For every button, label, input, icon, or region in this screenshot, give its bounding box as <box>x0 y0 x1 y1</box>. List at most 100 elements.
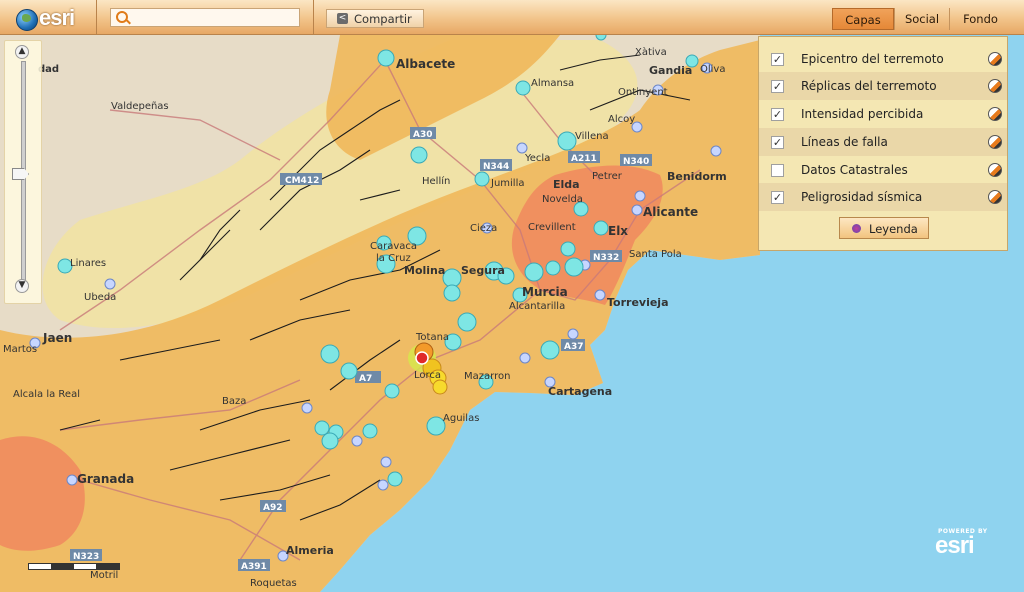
zoom-handle[interactable] <box>12 168 29 180</box>
place-label: Torrevieja <box>607 296 669 309</box>
seismic-event[interactable] <box>519 352 531 364</box>
powered-by-esri-logo[interactable]: POWERED BY esri <box>935 528 999 560</box>
aftershock-marker[interactable] <box>384 383 400 399</box>
place-label: Jumilla <box>490 178 525 189</box>
seismic-event[interactable] <box>631 204 643 216</box>
aftershock-marker[interactable] <box>545 260 561 276</box>
place-label: Almansa <box>531 78 574 89</box>
place-label: Lorca <box>414 370 441 381</box>
place-label: la Cruz <box>376 253 411 264</box>
share-icon: < <box>337 13 348 24</box>
tab-fondo[interactable]: Fondo <box>949 8 1011 30</box>
legend-icon <box>852 224 861 233</box>
aftershock-marker[interactable] <box>540 340 560 360</box>
seismic-event[interactable] <box>567 328 579 340</box>
aftershock-marker[interactable] <box>564 257 584 277</box>
intensity-marker[interactable] <box>432 379 448 395</box>
layer-row[interactable]: ✓ Líneas de falla <box>759 128 1007 156</box>
aftershock-marker[interactable] <box>560 241 576 257</box>
place-label: Cieza <box>470 223 497 234</box>
search-box[interactable] <box>110 8 301 28</box>
place-label: Martos <box>3 344 37 355</box>
place-label: Alcantarilla <box>509 301 565 312</box>
aftershock-marker[interactable] <box>362 423 378 439</box>
road-shield-label: A391 <box>241 562 267 572</box>
layer-label: Datos Catastrales <box>801 163 908 177</box>
layer-options-icon[interactable] <box>988 135 1002 149</box>
search-icon <box>116 11 128 23</box>
aftershock-marker[interactable] <box>474 171 490 187</box>
seismic-event[interactable] <box>301 402 313 414</box>
layer-checkbox[interactable]: ✓ <box>771 191 784 204</box>
place-label: Elda <box>553 178 580 191</box>
esri-logo[interactable]: esri <box>8 4 94 31</box>
seismic-event[interactable] <box>66 474 78 486</box>
layer-checkbox[interactable]: ✓ <box>771 136 784 149</box>
zoom-slider[interactable]: ▲ ▼ <box>4 40 42 304</box>
place-label: Alcoy <box>608 114 635 125</box>
place-label: Oliva <box>700 64 725 75</box>
layer-checkbox[interactable]: ✓ <box>771 53 784 66</box>
layer-label: Intensidad percibida <box>801 107 924 121</box>
place-label: Caravaca <box>370 241 417 252</box>
layer-options-icon[interactable] <box>988 190 1002 204</box>
seismic-event[interactable] <box>594 289 606 301</box>
layer-checkbox[interactable]: ✓ <box>771 80 784 93</box>
aftershock-marker[interactable] <box>314 420 330 436</box>
layer-label: Epicentro del terremoto <box>801 52 944 66</box>
aftershock-marker[interactable] <box>320 344 340 364</box>
layer-row[interactable]: ✓ Epicentro del terremoto <box>759 45 1007 73</box>
road-shield-label: N340 <box>623 157 649 167</box>
layer-row[interactable]: ✓ Intensidad percibida <box>759 100 1007 128</box>
legend-button[interactable]: Leyenda <box>839 217 929 239</box>
aftershock-marker[interactable] <box>410 146 428 164</box>
epicenter-marker[interactable] <box>415 351 429 365</box>
aftershock-marker[interactable] <box>387 471 403 487</box>
share-button[interactable]: < Compartir <box>326 9 424 28</box>
layer-row[interactable]: Datos Catastrales <box>759 156 1007 184</box>
legend-label: Leyenda <box>869 222 918 236</box>
aftershock-marker[interactable] <box>524 262 544 282</box>
place-label: Yecla <box>524 153 550 164</box>
layer-options-icon[interactable] <box>988 52 1002 66</box>
aftershock-marker[interactable] <box>593 220 609 236</box>
road-shield-label: N323 <box>73 552 99 562</box>
layer-options-icon[interactable] <box>988 107 1002 121</box>
aftershock-marker[interactable] <box>457 312 477 332</box>
road-shield-label: A92 <box>263 503 283 513</box>
search-input[interactable] <box>133 9 301 28</box>
layer-options-icon[interactable] <box>988 79 1002 93</box>
aftershock-marker[interactable] <box>340 362 358 380</box>
tab-capas[interactable]: Capas <box>832 8 894 30</box>
tab-social[interactable]: Social <box>894 8 949 30</box>
aftershock-marker[interactable] <box>321 432 339 450</box>
share-label: Compartir <box>354 12 412 26</box>
seismic-event[interactable] <box>380 456 392 468</box>
place-label: Elx <box>608 224 628 238</box>
layer-row[interactable]: ✓ Réplicas del terremoto <box>759 72 1007 100</box>
seismic-event[interactable] <box>516 142 528 154</box>
seismic-event[interactable] <box>351 435 363 447</box>
place-label: Ontinyent <box>618 87 668 98</box>
place-label: Almeria <box>286 544 334 557</box>
aftershock-marker[interactable] <box>443 284 461 302</box>
seismic-event[interactable] <box>634 190 646 202</box>
aftershock-marker[interactable] <box>377 49 395 67</box>
powered-by-brand: esri <box>935 532 975 559</box>
aftershock-marker[interactable] <box>442 268 462 288</box>
layer-checkbox[interactable]: ✓ <box>771 108 784 121</box>
zoom-in-button[interactable]: ▲ <box>15 45 29 59</box>
layer-checkbox[interactable] <box>771 164 784 177</box>
seismic-event[interactable] <box>104 278 116 290</box>
seismic-event[interactable] <box>710 145 722 157</box>
seismic-event[interactable] <box>377 479 389 491</box>
layer-row[interactable]: ✓ Peligrosidad sísmica <box>759 183 1007 211</box>
aftershock-marker[interactable] <box>557 131 577 151</box>
road-shield-label: A7 <box>359 374 372 384</box>
logo-text: esri <box>39 5 75 30</box>
aftershock-marker[interactable] <box>515 80 531 96</box>
place-label: Cartagena <box>548 385 612 398</box>
layer-label: Líneas de falla <box>801 135 888 149</box>
layer-options-icon[interactable] <box>988 163 1002 177</box>
zoom-out-button[interactable]: ▼ <box>15 279 29 293</box>
